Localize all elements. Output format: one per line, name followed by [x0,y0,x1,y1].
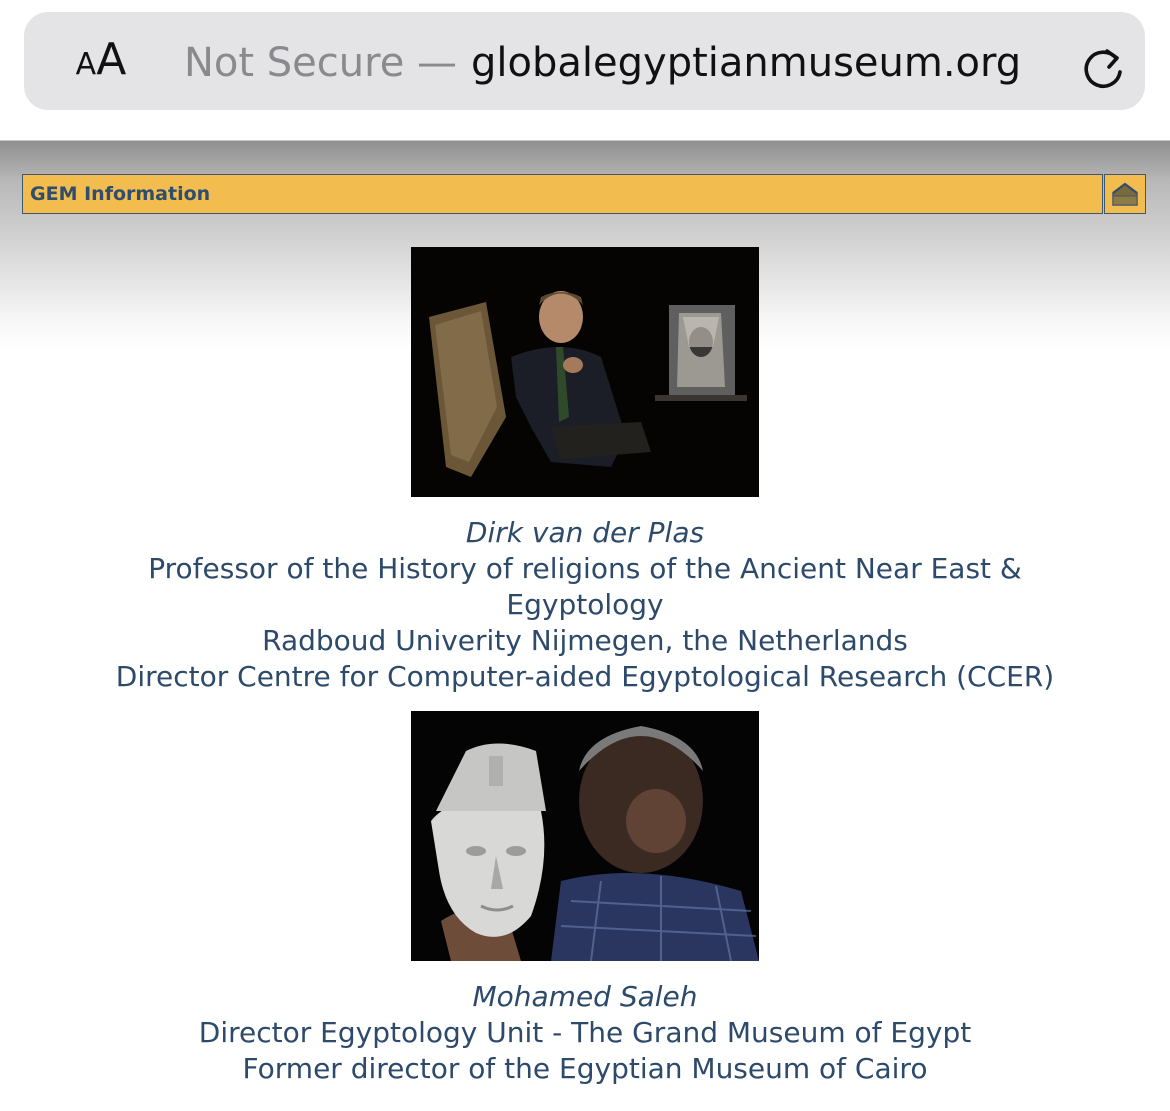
portrait-image [411,247,759,497]
person-title-line: Professor of the History of religions of… [148,552,1022,585]
gem-header-bar: GEM Information [22,174,1103,214]
caption-mohamed-saleh: Mohamed Saleh Director Egyptology Unit -… [0,979,1170,1087]
text-size-button[interactable]: AA [70,34,132,88]
page-title: GEM Information [30,183,211,205]
url-domain: globalegyptianmuseum.org [471,40,1022,86]
photo-mohamed-saleh [411,711,759,961]
caption-dirk-van-der-plas: Dirk van der Plas Professor of the Histo… [0,515,1170,695]
home-icon [1112,182,1138,206]
browser-chrome: AA Not Secure — globalegyptianmuseum.org [0,0,1170,141]
person-affiliation-line: Director Centre for Computer-aided Egypt… [115,660,1055,693]
text-size-large-label: A [96,34,127,85]
person-title-line: Former director of the Egyptian Museum o… [242,1052,928,1085]
person-name: Mohamed Saleh [472,980,698,1013]
person-title-line: Egyptology [506,588,664,621]
address-bar[interactable]: AA Not Secure — globalegyptianmuseum.org [24,12,1145,110]
url-display[interactable]: Not Secure — globalegyptianmuseum.org [184,38,1021,88]
person-affiliation-line: Radboud Univerity Nijmegen, the Netherla… [262,624,908,657]
home-button[interactable] [1104,174,1146,214]
person-title-line: Director Egyptology Unit - The Grand Mus… [198,1016,972,1049]
reload-icon[interactable] [1076,42,1130,96]
photo-dirk-van-der-plas [411,247,759,497]
portrait-image [411,711,759,961]
text-size-small-label: A [75,47,97,82]
web-page: GEM Information Dirk van der Plas Profes… [0,141,1170,1111]
security-indicator: Not Secure — [184,40,458,86]
person-name: Dirk van der Plas [465,516,705,549]
